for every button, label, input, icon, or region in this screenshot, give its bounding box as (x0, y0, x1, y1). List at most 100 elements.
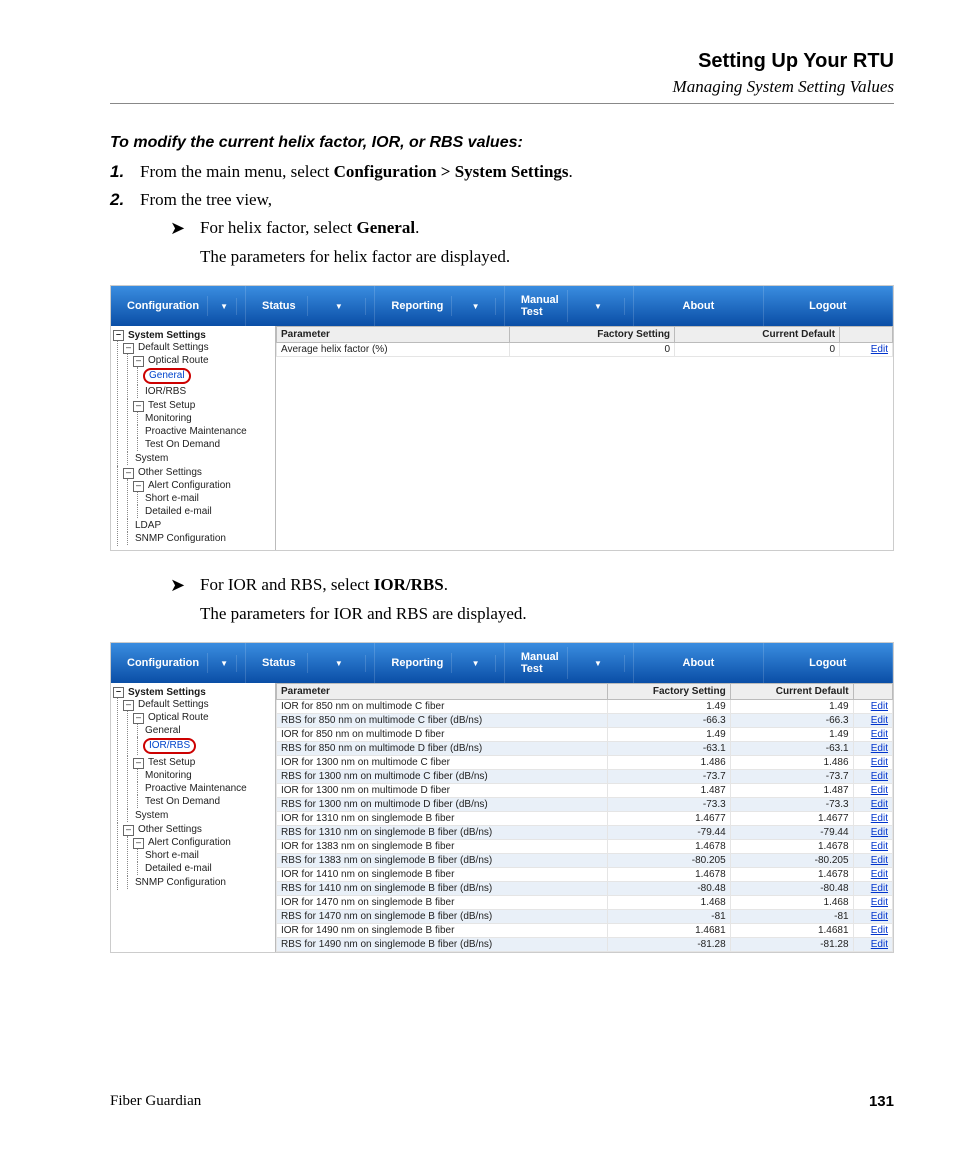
chevron-down-icon: ▼ (456, 298, 495, 315)
menu-reporting[interactable]: Reporting▼ (375, 286, 504, 326)
edit-link[interactable]: Edit (871, 925, 888, 936)
edit-link[interactable]: Edit (871, 869, 888, 880)
menu-status[interactable]: Status▼ (246, 286, 375, 326)
menu-about[interactable]: About (634, 286, 763, 326)
table-row: RBS for 850 nm on multimode C fiber (dB/… (277, 714, 893, 728)
tree-alert-configuration[interactable]: –Alert Configuration Short e-mail Detail… (133, 836, 273, 876)
app-menubar: Configuration▼ Status▼ Reporting▼ Manual… (111, 643, 893, 683)
edit-link[interactable]: Edit (871, 855, 888, 866)
edit-link[interactable]: Edit (871, 799, 888, 810)
table-row: RBS for 1410 nm on singlemode B fiber (d… (277, 882, 893, 896)
edit-link[interactable]: Edit (871, 729, 888, 740)
settings-tree: –System Settings –Default Settings –Opti… (111, 683, 276, 952)
menu-about[interactable]: About (634, 643, 763, 683)
edit-link[interactable]: Edit (871, 701, 888, 712)
tree-other-settings[interactable]: –Other Settings –Alert Configuration Sho… (123, 466, 273, 546)
collapse-icon[interactable]: – (123, 825, 134, 836)
page-header: Setting Up Your RTU Managing System Sett… (110, 50, 894, 104)
edit-link[interactable]: Edit (871, 757, 888, 768)
edit-link[interactable]: Edit (871, 813, 888, 824)
tree-root[interactable]: System Settings (126, 330, 208, 341)
app-menubar: Configuration▼ Status▼ Reporting▼ Manual… (111, 286, 893, 326)
chevron-down-icon: ▼ (456, 655, 495, 672)
tree-optical-route[interactable]: –Optical Route General IOR/RBS (133, 711, 273, 756)
tree-snmp[interactable]: SNMP Configuration (133, 876, 273, 889)
tree-ldap[interactable]: LDAP (133, 519, 273, 532)
settings-tree: –System Settings –Default Settings –Opti… (111, 326, 276, 550)
menu-manual-test[interactable]: Manual Test▼ (505, 643, 634, 683)
collapse-icon[interactable]: – (133, 356, 144, 367)
chevron-down-icon: ▼ (572, 298, 625, 315)
tree-short-email[interactable]: Short e-mail (143, 492, 273, 505)
tree-detailed-email[interactable]: Detailed e-mail (143, 505, 273, 518)
menu-logout[interactable]: Logout (764, 286, 893, 326)
tree-root[interactable]: System Settings (126, 687, 208, 698)
menu-configuration[interactable]: Configuration▼ (111, 643, 246, 683)
menu-logout[interactable]: Logout (764, 643, 893, 683)
edit-link[interactable]: Edit (871, 841, 888, 852)
edit-link[interactable]: Edit (871, 911, 888, 922)
edit-link[interactable]: Edit (871, 939, 888, 950)
tree-proactive-maintenance[interactable]: Proactive Maintenance (143, 782, 273, 795)
tree-optical-route[interactable]: –Optical Route General IOR/RBS (133, 354, 273, 399)
table-row: Average helix factor (%)00Edit (277, 343, 893, 357)
substep-iorrbs-result: The parameters for IOR and RBS are displ… (200, 604, 894, 624)
tree-proactive-maintenance[interactable]: Proactive Maintenance (143, 425, 273, 438)
edit-link[interactable]: Edit (871, 743, 888, 754)
tree-monitoring[interactable]: Monitoring (143, 412, 273, 425)
menu-configuration[interactable]: Configuration▼ (111, 286, 246, 326)
chevron-down-icon: ▼ (312, 298, 366, 315)
collapse-icon[interactable]: – (133, 401, 144, 412)
tree-test-on-demand[interactable]: Test On Demand (143, 438, 273, 451)
substep-general-result: The parameters for helix factor are disp… (200, 247, 894, 267)
edit-link[interactable]: Edit (871, 344, 888, 355)
collapse-icon[interactable]: – (123, 468, 134, 479)
collapse-icon[interactable]: – (133, 838, 144, 849)
menu-reporting[interactable]: Reporting▼ (375, 643, 504, 683)
col-1: Factory Setting (607, 684, 730, 700)
tree-default-settings[interactable]: –Default Settings –Optical Route General… (123, 698, 273, 823)
tree-other-settings[interactable]: –Other Settings –Alert Configuration Sho… (123, 823, 273, 890)
tree-test-on-demand[interactable]: Test On Demand (143, 795, 273, 808)
tree-test-setup[interactable]: –Test Setup Monitoring Proactive Mainten… (133, 399, 273, 452)
tree-short-email[interactable]: Short e-mail (143, 849, 273, 862)
chevron-down-icon: ▼ (572, 655, 625, 672)
tree-system[interactable]: System (133, 452, 273, 465)
table-row: RBS for 1300 nm on multimode C fiber (dB… (277, 770, 893, 784)
parameter-grid-general: ParameterFactory SettingCurrent DefaultA… (276, 326, 893, 550)
edit-link[interactable]: Edit (871, 715, 888, 726)
collapse-icon[interactable]: – (133, 758, 144, 769)
collapse-icon[interactable]: – (113, 330, 124, 341)
tree-test-setup[interactable]: –Test Setup Monitoring Proactive Mainten… (133, 756, 273, 809)
edit-link[interactable]: Edit (871, 785, 888, 796)
edit-link[interactable]: Edit (871, 827, 888, 838)
collapse-icon[interactable]: – (133, 481, 144, 492)
tree-monitoring[interactable]: Monitoring (143, 769, 273, 782)
collapse-icon[interactable]: – (123, 343, 134, 354)
tree-system[interactable]: System (133, 809, 273, 822)
table-row: RBS for 1310 nm on singlemode B fiber (d… (277, 826, 893, 840)
collapse-icon[interactable]: – (123, 700, 134, 711)
menu-manual-test[interactable]: Manual Test▼ (505, 286, 634, 326)
tree-detailed-email[interactable]: Detailed e-mail (143, 862, 273, 875)
col-0: Parameter (277, 327, 510, 343)
section-title: Managing System Setting Values (110, 77, 894, 97)
menu-status[interactable]: Status▼ (246, 643, 375, 683)
collapse-icon[interactable]: – (133, 713, 144, 724)
edit-link[interactable]: Edit (871, 897, 888, 908)
tree-snmp[interactable]: SNMP Configuration (133, 532, 273, 545)
tree-default-settings[interactable]: –Default Settings –Optical Route General… (123, 341, 273, 466)
edit-link[interactable]: Edit (871, 771, 888, 782)
table-row: IOR for 1310 nm on singlemode B fiber1.4… (277, 812, 893, 826)
edit-link[interactable]: Edit (871, 883, 888, 894)
tree-ior-rbs[interactable]: IOR/RBS (143, 385, 273, 398)
chapter-title: Setting Up Your RTU (110, 50, 894, 73)
tree-general[interactable]: General (143, 367, 273, 385)
table-row: IOR for 1300 nm on multimode C fiber1.48… (277, 756, 893, 770)
tree-ior-rbs[interactable]: IOR/RBS (143, 737, 273, 755)
collapse-icon[interactable]: – (113, 687, 124, 698)
tree-alert-configuration[interactable]: –Alert Configuration Short e-mail Detail… (133, 479, 273, 519)
substep-iorrbs: ➤ For IOR and RBS, select IOR/RBS. (170, 575, 894, 596)
tree-general[interactable]: General (143, 724, 273, 737)
table-row: RBS for 1300 nm on multimode D fiber (dB… (277, 798, 893, 812)
